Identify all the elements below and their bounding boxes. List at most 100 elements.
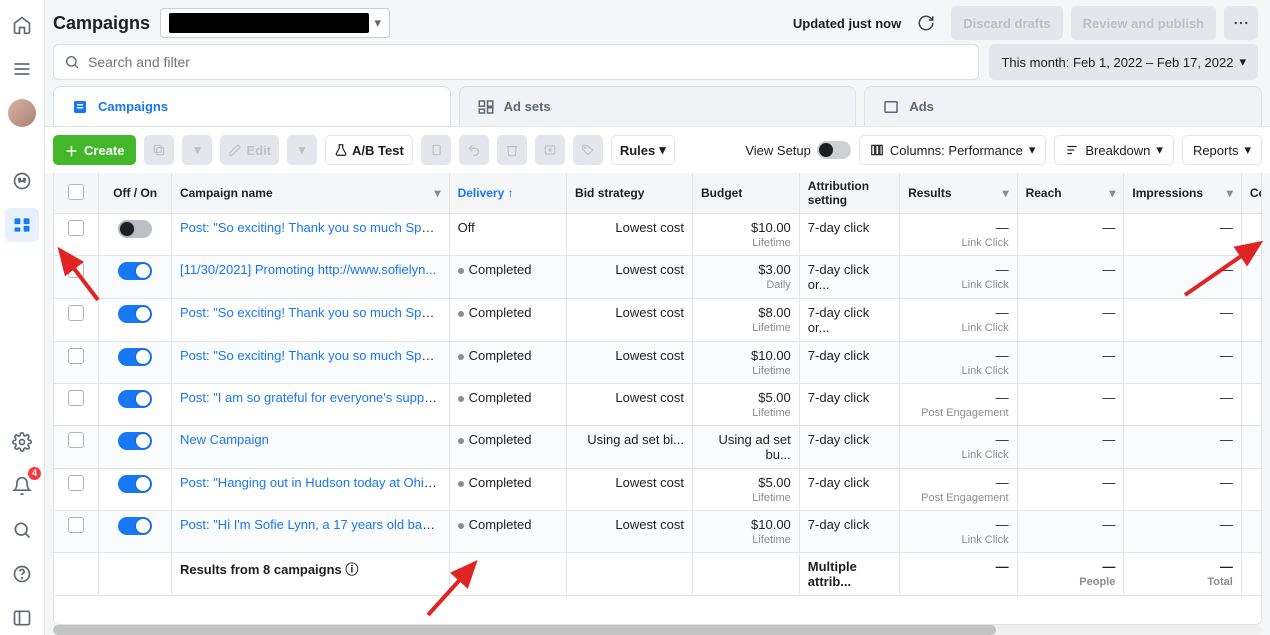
table-row[interactable]: Post: "Hanging out in Hudson today at Oh… xyxy=(54,469,1261,511)
refresh-button[interactable] xyxy=(909,6,943,40)
chevron-down-icon: ▾ xyxy=(659,142,666,158)
row-toggle[interactable] xyxy=(99,384,172,426)
discard-drafts-button[interactable]: Discard drafts xyxy=(951,6,1062,40)
edit-dropdown[interactable]: ▾ xyxy=(287,135,317,165)
attribution-cell: 7-day click xyxy=(799,511,899,553)
col-header-bid[interactable]: Bid strategy xyxy=(567,173,693,214)
campaigns-icon xyxy=(70,97,90,117)
row-checkbox[interactable] xyxy=(54,469,99,511)
gauge-icon[interactable] xyxy=(5,164,39,198)
campaign-name-link[interactable]: New Campaign xyxy=(171,426,449,469)
create-button[interactable]: ＋Create xyxy=(53,135,136,165)
help-icon[interactable] xyxy=(5,557,39,591)
reach-cell: — xyxy=(1017,469,1124,511)
tab-campaigns[interactable]: Campaigns xyxy=(53,86,451,126)
col-header-offon[interactable]: Off / On xyxy=(99,173,172,214)
search-input[interactable] xyxy=(53,44,979,80)
bid-cell: Lowest cost xyxy=(567,256,693,299)
footer-summary: Results from 8 campaigns ⓘ xyxy=(171,553,449,596)
table-scroll[interactable]: Off / On Campaign name ▾ Delivery ↑ Bid … xyxy=(54,173,1261,624)
col-header-budget[interactable]: Budget xyxy=(693,173,800,214)
col-header-cpr[interactable]: Cost per resu xyxy=(1241,173,1261,214)
row-checkbox[interactable] xyxy=(54,511,99,553)
tab-adsets[interactable]: Ad sets xyxy=(459,86,857,126)
row-toggle[interactable] xyxy=(99,342,172,384)
rules-dropdown[interactable]: Rules▾ xyxy=(611,135,675,165)
copy-button[interactable] xyxy=(421,135,451,165)
row-checkbox[interactable] xyxy=(54,256,99,299)
table-row[interactable]: Post: "So exciting! Thank you so much Sp… xyxy=(54,214,1261,256)
home-icon[interactable] xyxy=(5,8,39,42)
col-header-results[interactable]: Results ▾ xyxy=(900,173,1017,214)
col-header-impressions[interactable]: Impressions ▾ xyxy=(1124,173,1241,214)
table-row[interactable]: [11/30/2021] Promoting http://www.sofiel… xyxy=(54,256,1261,299)
row-toggle[interactable] xyxy=(99,256,172,299)
campaign-name-link[interactable]: Post: "So exciting! Thank you so much Sp… xyxy=(171,299,449,342)
tag-button[interactable] xyxy=(573,135,603,165)
breakdown-dropdown[interactable]: Breakdown▾ xyxy=(1054,135,1174,165)
table-row[interactable]: Post: "Hi I'm Sofie Lynn, a 17 years old… xyxy=(54,511,1261,553)
row-toggle[interactable] xyxy=(99,426,172,469)
toggle-switch[interactable] xyxy=(817,141,851,159)
row-toggle[interactable] xyxy=(99,511,172,553)
ads-manager-icon[interactable] xyxy=(5,208,39,242)
cpr-cell: Per L xyxy=(1241,256,1261,299)
horizontal-scrollbar[interactable] xyxy=(53,625,1262,635)
delivery-cell: Completed xyxy=(449,384,566,426)
attribution-cell: 7-day click or... xyxy=(799,299,899,342)
duplicate-button[interactable] xyxy=(144,135,174,165)
export-button[interactable] xyxy=(535,135,565,165)
cpr-cell: Per L xyxy=(1241,426,1261,469)
budget-cell: $10.00Lifetime xyxy=(693,214,800,256)
view-setup-toggle[interactable]: View Setup xyxy=(745,141,851,159)
budget-cell: $8.00Lifetime xyxy=(693,299,800,342)
search-rail-icon[interactable] xyxy=(5,513,39,547)
search-field[interactable] xyxy=(88,54,968,70)
campaign-name-link[interactable]: Post: "Hanging out in Hudson today at Oh… xyxy=(171,469,449,511)
level-tabs: Campaigns Ad sets Ads xyxy=(45,86,1270,126)
notifications-icon[interactable]: 4 xyxy=(5,469,39,503)
row-checkbox[interactable] xyxy=(54,214,99,256)
col-header-checkbox[interactable] xyxy=(54,173,99,214)
duplicate-dropdown[interactable]: ▾ xyxy=(182,135,212,165)
tab-ads[interactable]: Ads xyxy=(864,86,1262,126)
row-checkbox[interactable] xyxy=(54,342,99,384)
reports-dropdown[interactable]: Reports▾ xyxy=(1182,135,1262,165)
date-range-picker[interactable]: This month: Feb 1, 2022 – Feb 17, 2022 ▾ xyxy=(989,44,1258,80)
delete-button[interactable] xyxy=(497,135,527,165)
account-selector[interactable]: ▾ xyxy=(160,8,390,38)
row-toggle[interactable] xyxy=(99,469,172,511)
row-checkbox[interactable] xyxy=(54,426,99,469)
campaign-name-link[interactable]: Post: "So exciting! Thank you so much Sp… xyxy=(171,214,449,256)
row-toggle[interactable] xyxy=(99,214,172,256)
avatar[interactable] xyxy=(5,96,39,130)
settings-icon[interactable] xyxy=(5,425,39,459)
col-header-name[interactable]: Campaign name ▾ xyxy=(171,173,449,214)
col-header-reach[interactable]: Reach ▾ xyxy=(1017,173,1124,214)
cpr-cell: Per L xyxy=(1241,342,1261,384)
table-row[interactable]: Post: "So exciting! Thank you so much Sp… xyxy=(54,299,1261,342)
review-publish-button[interactable]: Review and publish xyxy=(1071,6,1216,40)
row-toggle[interactable] xyxy=(99,299,172,342)
more-menu-button[interactable] xyxy=(1224,6,1258,40)
columns-icon xyxy=(870,143,884,157)
campaign-name-link[interactable]: [11/30/2021] Promoting http://www.sofiel… xyxy=(171,256,449,299)
menu-icon[interactable] xyxy=(5,52,39,86)
ab-test-button[interactable]: A/B Test xyxy=(325,135,413,165)
row-checkbox[interactable] xyxy=(54,299,99,342)
row-checkbox[interactable] xyxy=(54,384,99,426)
table-row[interactable]: Post: "So exciting! Thank you so much Sp… xyxy=(54,342,1261,384)
col-header-attribution[interactable]: Attribution setting xyxy=(799,173,899,214)
chevron-down-icon: ▾ xyxy=(375,15,382,31)
columns-dropdown[interactable]: Columns: Performance▾ xyxy=(859,135,1046,165)
table-row[interactable]: New CampaignCompletedUsing ad set bi...U… xyxy=(54,426,1261,469)
collapse-icon[interactable] xyxy=(5,601,39,635)
undo-button[interactable] xyxy=(459,135,489,165)
campaign-name-link[interactable]: Post: "Hi I'm Sofie Lynn, a 17 years old… xyxy=(171,511,449,553)
edit-button[interactable]: Edit xyxy=(220,135,279,165)
table-row[interactable]: Post: "I am so grateful for everyone's s… xyxy=(54,384,1261,426)
campaign-name-link[interactable]: Post: "I am so grateful for everyone's s… xyxy=(171,384,449,426)
bid-cell: Lowest cost xyxy=(567,469,693,511)
col-header-delivery[interactable]: Delivery ↑ xyxy=(449,173,566,214)
campaign-name-link[interactable]: Post: "So exciting! Thank you so much Sp… xyxy=(171,342,449,384)
